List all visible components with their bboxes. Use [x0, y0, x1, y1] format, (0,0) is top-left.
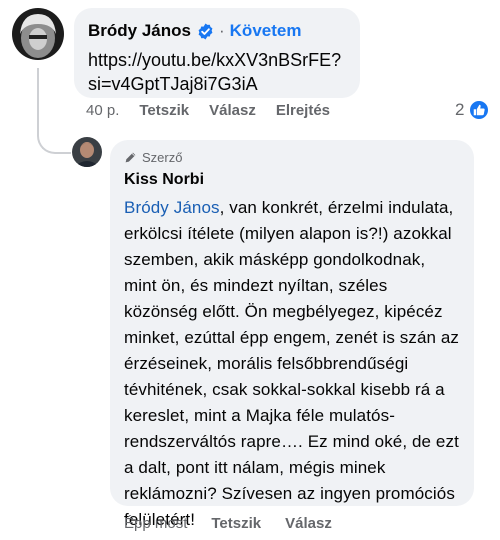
comment-link[interactable]: https://youtu.be/kxXV3nBSrFE?si=v4GptTJa… — [88, 48, 346, 96]
comment-bubble: Szerző Kiss Norbi Bródy János, van konkr… — [110, 140, 474, 529]
reaction-count: 2 — [455, 100, 465, 119]
comment-bubble: Bródy János · Követem https://youtu.be/k… — [74, 8, 360, 98]
comment-time[interactable]: 40 p. — [86, 102, 119, 119]
comment-actions: 40 p. Tetszik Válasz Elrejtés — [86, 98, 350, 122]
reply-button[interactable]: Válasz — [285, 515, 332, 532]
author-badge: Szerző — [124, 148, 460, 166]
like-button[interactable]: Tetszik — [211, 515, 261, 532]
reply-button[interactable]: Válasz — [209, 102, 256, 119]
mention-link[interactable]: Bródy János — [124, 198, 220, 217]
pencil-icon — [125, 152, 136, 162]
comment-author[interactable]: Bródy János — [88, 21, 191, 41]
comment-author[interactable]: Kiss Norbi — [124, 169, 460, 191]
comment-actions: Épp most Tetszik Válasz — [124, 512, 356, 534]
reply-thread-line — [37, 68, 71, 154]
follow-button[interactable]: Követem — [230, 21, 302, 41]
author-badge-label: Szerző — [142, 149, 183, 165]
comment-text: Bródy János, van konkrét, érzelmi indula… — [124, 195, 460, 533]
hide-button[interactable]: Elrejtés — [276, 102, 330, 119]
separator: · — [218, 21, 225, 40]
comment-time[interactable]: Épp most — [124, 515, 187, 532]
avatar[interactable] — [72, 137, 102, 167]
avatar[interactable] — [12, 8, 64, 60]
like-icon — [468, 99, 491, 121]
comment-body: , van konkrét, érzelmi indulata, erkölcs… — [124, 198, 460, 529]
verified-badge-icon — [197, 23, 214, 40]
reaction-summary[interactable]: 2 — [455, 98, 491, 122]
like-button[interactable]: Tetszik — [139, 102, 189, 119]
